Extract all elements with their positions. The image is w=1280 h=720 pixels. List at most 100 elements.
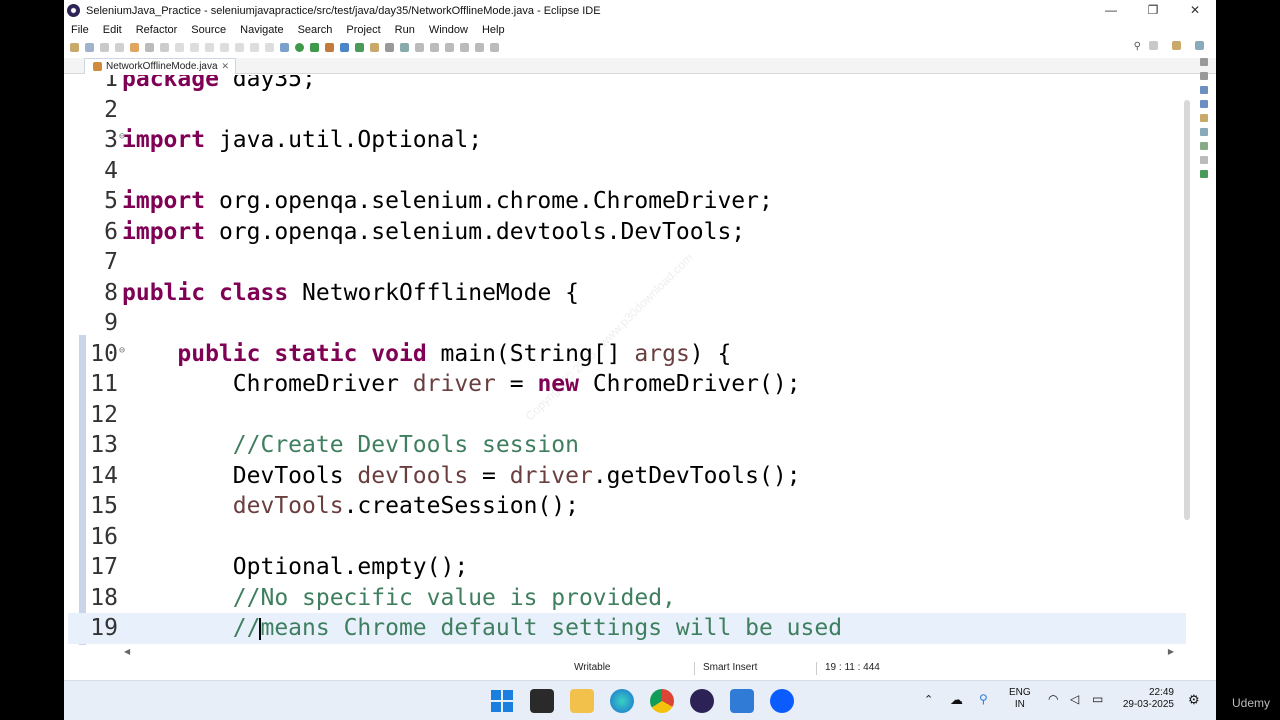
code-line[interactable]: 5 import org.openqa.selenium.chrome.Chrom… (68, 186, 1186, 217)
vertical-scrollbar[interactable] (1184, 100, 1190, 520)
code-line[interactable]: 4 (68, 156, 1186, 187)
new-icon[interactable] (70, 43, 79, 52)
annotation-next-icon[interactable] (415, 43, 424, 52)
debug-icon[interactable] (280, 43, 289, 52)
onedrive-icon[interactable]: ☁ (950, 692, 963, 720)
last-edit-icon[interactable] (445, 43, 454, 52)
forward-icon[interactable] (475, 43, 484, 52)
coverage-icon[interactable] (310, 43, 319, 52)
suspend-icon[interactable] (190, 43, 199, 52)
code-line[interactable]: 3 ⊖ import java.util.Optional; (68, 125, 1186, 156)
print-icon[interactable] (115, 43, 124, 52)
step-into-icon[interactable] (235, 43, 244, 52)
code-line[interactable]: 8 public class NetworkOfflineMode { (68, 278, 1186, 309)
open-perspective-icon[interactable] (1149, 41, 1158, 50)
notepad-icon[interactable] (730, 689, 754, 713)
code-line[interactable]: 1 package day35; (68, 75, 1186, 95)
volume-icon[interactable]: ◁ (1070, 692, 1079, 720)
code-line[interactable]: 2 (68, 95, 1186, 126)
network-adapter-icon[interactable]: ⚲ (979, 692, 988, 720)
problems-icon[interactable] (1200, 114, 1208, 122)
code-line[interactable]: 14 DevTools devTools = driver.getDevTool… (68, 461, 1186, 492)
scroll-right-icon[interactable]: ▶ (1168, 647, 1174, 656)
language-indicator[interactable]: ENG IN (1009, 687, 1031, 720)
tab-label: NetworkOfflineMode.java (106, 61, 218, 72)
close-button[interactable]: ✕ (1174, 0, 1216, 21)
tasks-icon[interactable] (1200, 170, 1208, 178)
new-class-icon[interactable] (355, 43, 364, 52)
tab-networkofflinemode[interactable]: NetworkOfflineMode.java ✕ (84, 58, 237, 74)
new-package-icon[interactable] (340, 43, 349, 52)
menu-source[interactable]: Source (184, 24, 233, 36)
maximize-view-icon[interactable] (1200, 72, 1208, 80)
code-line[interactable]: 15 devTools.createSession(); (68, 491, 1186, 522)
undo-icon[interactable] (130, 43, 139, 52)
pin-editor-icon[interactable] (490, 43, 499, 52)
search-icon[interactable]: ⚲ (1134, 41, 1141, 52)
code-line[interactable]: 11 ChromeDriver driver = new ChromeDrive… (68, 369, 1186, 400)
disconnect-icon[interactable] (220, 43, 229, 52)
menu-project[interactable]: Project (339, 24, 387, 36)
menu-edit[interactable]: Edit (96, 24, 129, 36)
terminate-icon[interactable] (205, 43, 214, 52)
run-icon[interactable] (295, 43, 304, 52)
scroll-left-icon[interactable]: ◀ (124, 647, 130, 656)
terminal-icon[interactable] (145, 43, 154, 52)
resume-icon[interactable] (175, 43, 184, 52)
code-line[interactable]: 16 (68, 522, 1186, 553)
code-line[interactable]: 17 Optional.empty(); (68, 552, 1186, 583)
code-line[interactable]: 13 //Create DevTools session (68, 430, 1186, 461)
start-button[interactable] (490, 689, 514, 713)
terminal-app-icon[interactable] (530, 689, 554, 713)
menu-help[interactable]: Help (475, 24, 512, 36)
annotation-prev-icon[interactable] (430, 43, 439, 52)
code-line[interactable]: 12 (68, 400, 1186, 431)
debug-perspective-icon[interactable] (1195, 41, 1204, 50)
java-perspective-icon[interactable] (1172, 41, 1181, 50)
save-icon[interactable] (85, 43, 94, 52)
menu-navigate[interactable]: Navigate (233, 24, 290, 36)
save-all-icon[interactable] (100, 43, 109, 52)
file-explorer-icon[interactable] (570, 689, 594, 713)
horizontal-scrollbar[interactable]: ◀ ▶ (124, 647, 1174, 657)
show-hidden-icons[interactable]: ⌃ (924, 693, 933, 720)
minimize-view-icon[interactable] (1200, 58, 1208, 66)
console-icon[interactable] (1200, 128, 1208, 136)
comment-token: means Chrome default settings will be us… (260, 615, 843, 641)
eclipse-taskbar-icon[interactable] (690, 689, 714, 713)
close-tab-icon[interactable]: ✕ (222, 59, 230, 74)
code-editor[interactable]: 1 package day35; 2 3 ⊖ import java.util.Optio… (68, 75, 1186, 645)
code-line[interactable]: 10 ⊖ public static void main(String[] arg… (68, 339, 1186, 370)
minimize-button[interactable]: — (1090, 0, 1132, 21)
search-toolbar-icon[interactable] (400, 43, 409, 52)
code-line[interactable]: 6 import org.openqa.selenium.devtools.Dev… (68, 217, 1186, 248)
zoom-app-icon[interactable] (770, 689, 794, 713)
clock[interactable]: 22:49 29-03-2025 (1118, 687, 1174, 720)
maximize-button[interactable]: ❐ (1132, 0, 1174, 21)
wifi-icon[interactable]: ◠ (1048, 692, 1058, 720)
battery-icon[interactable]: ▭ (1092, 692, 1103, 720)
step-over-icon[interactable] (250, 43, 259, 52)
back-icon[interactable] (460, 43, 469, 52)
open-type-icon[interactable] (370, 43, 379, 52)
region-code: IN (1014, 699, 1025, 710)
menu-search[interactable]: Search (291, 24, 340, 36)
chrome-browser-icon[interactable] (650, 689, 674, 713)
javadoc-icon[interactable] (1200, 142, 1208, 150)
menu-run[interactable]: Run (388, 24, 422, 36)
external-tools-icon[interactable] (325, 43, 334, 52)
menu-window[interactable]: Window (422, 24, 475, 36)
notifications-icon[interactable]: ⚙ (1188, 692, 1200, 720)
code-line[interactable]: 19 //means Chrome default settings will … (68, 613, 1186, 644)
package-explorer-icon[interactable] (1200, 86, 1208, 94)
code-line[interactable]: 18 //No specific value is provided, (68, 583, 1186, 614)
skip-breakpoints-icon[interactable] (160, 43, 169, 52)
open-task-icon[interactable] (385, 43, 394, 52)
code-line[interactable]: 7 (68, 247, 1186, 278)
step-return-icon[interactable] (265, 43, 274, 52)
outline-icon[interactable] (1200, 100, 1208, 108)
menu-refactor[interactable]: Refactor (129, 24, 185, 36)
edge-browser-icon[interactable] (610, 689, 634, 713)
menu-file[interactable]: File (64, 24, 96, 36)
declaration-icon[interactable] (1200, 156, 1208, 164)
